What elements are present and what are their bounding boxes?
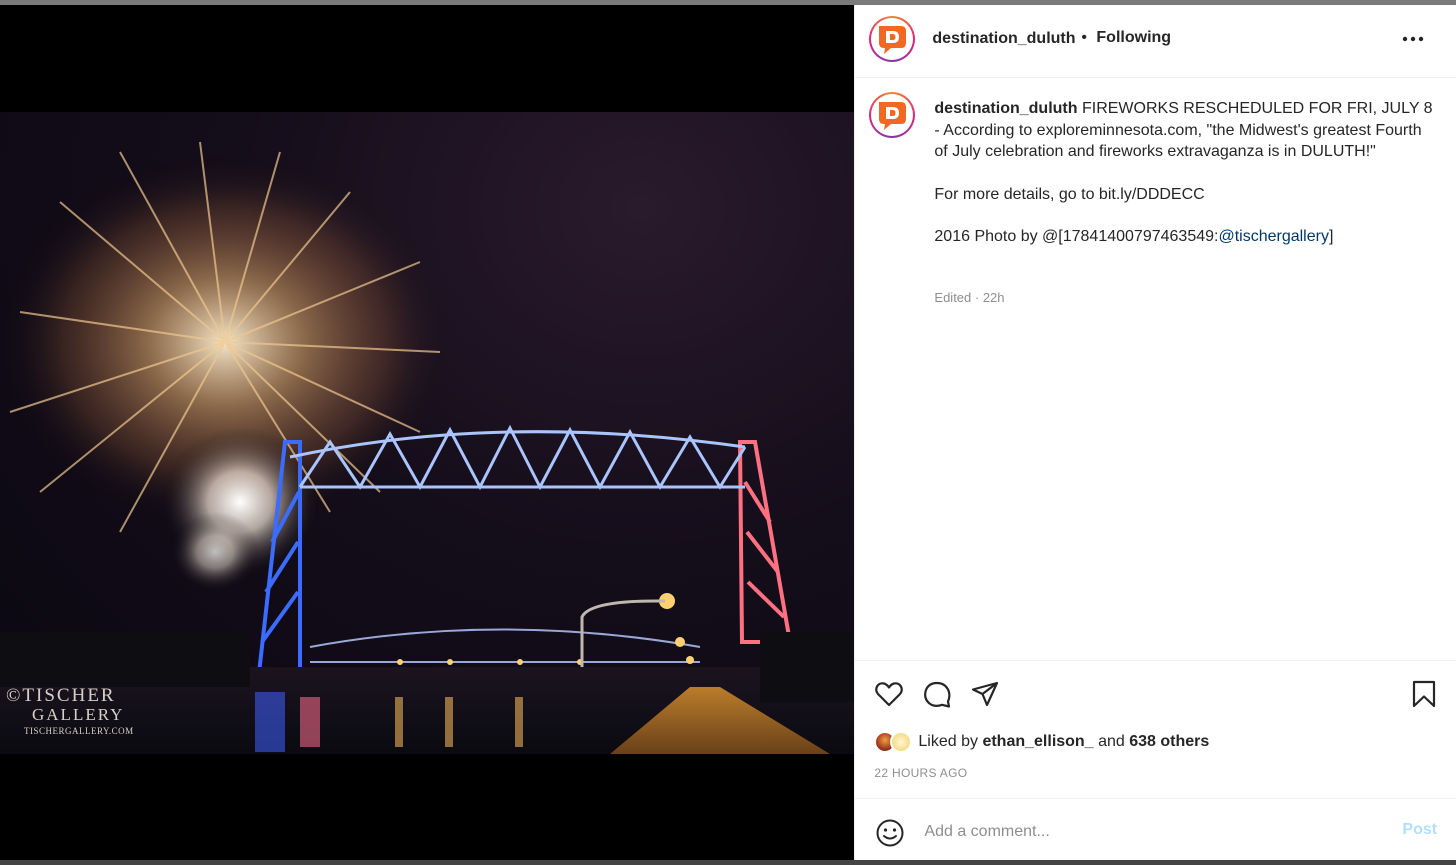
liked-prefix: Liked by [918,733,978,750]
caption-avatar[interactable] [869,92,916,138]
comment-input[interactable] [922,817,1387,847]
caption-line-3-prefix: 2016 Photo by @[17841400797463549: [934,228,1219,245]
caption-text: destination_duluth FIREWORKS RESCHEDULED… [934,98,1434,248]
more-options-button[interactable] [1400,29,1426,49]
browser-bottom-strip [0,860,1456,865]
more-options-icon [1403,36,1424,42]
like-button[interactable] [874,679,904,709]
following-button[interactable]: Following [1096,29,1171,47]
liked-and: and [1098,733,1125,750]
emoji-button[interactable] [875,818,905,848]
save-button[interactable] [1409,679,1439,709]
brand-logo-icon [879,102,907,130]
caption-line-3-suffix: ] [1328,228,1334,245]
photo-watermark: ©TISCHER GALLERY TISCHERGALLERY.COM [6,686,134,738]
bookmark-icon [1413,680,1436,708]
caption-username[interactable]: destination_duluth [934,100,1077,117]
brand-logo-icon [879,26,907,54]
author-username[interactable]: destination_duluth [932,30,1075,48]
caption-mention-link[interactable]: @tischergallery [1218,228,1329,245]
watermark-line-2: GALLERY [32,705,125,724]
liked-user-link[interactable]: ethan_ellison_ [982,733,1093,750]
emoji-icon [876,819,904,847]
share-button[interactable] [970,679,1000,709]
heart-icon [875,682,904,707]
liked-others-link[interactable]: 638 others [1129,733,1209,750]
comment-icon [924,681,951,708]
watermark-line-1: ©TISCHER [6,685,116,706]
post-comment-button[interactable]: Post [1402,821,1437,839]
share-icon [972,681,999,707]
post-photo: ©TISCHER GALLERY TISCHERGALLERY.COM [0,112,855,754]
caption-line-2: For more details, go to bit.ly/DDDECC [934,185,1205,203]
watermark-line-3: TISCHERGALLERY.COM [24,726,134,736]
comment-bar: Post [855,798,1456,861]
post-header: destination_duluth • Following [855,5,1456,78]
post-modal: ©TISCHER GALLERY TISCHERGALLERY.COM dest… [0,5,1456,860]
photo-illustration [0,141,855,754]
liked-by-row: Liked by ethan_ellison_ and 638 others [874,730,1209,754]
post-side-panel: destination_duluth • Following destinati… [854,5,1456,860]
post-timestamp[interactable]: 22 HOURS AGO [874,766,967,780]
author-avatar[interactable] [869,16,916,62]
liked-by-text: Liked by ethan_ellison_ and 638 others [918,733,1209,751]
post-media[interactable]: ©TISCHER GALLERY TISCHERGALLERY.COM [0,5,855,860]
caption-meta: Edited · 22h [934,290,1005,305]
post-actions: Liked by ethan_ellison_ and 638 others 2… [855,660,1456,801]
liker-avatar-2[interactable] [890,731,913,753]
header-separator: • [1081,29,1088,46]
comment-button[interactable] [922,679,952,709]
